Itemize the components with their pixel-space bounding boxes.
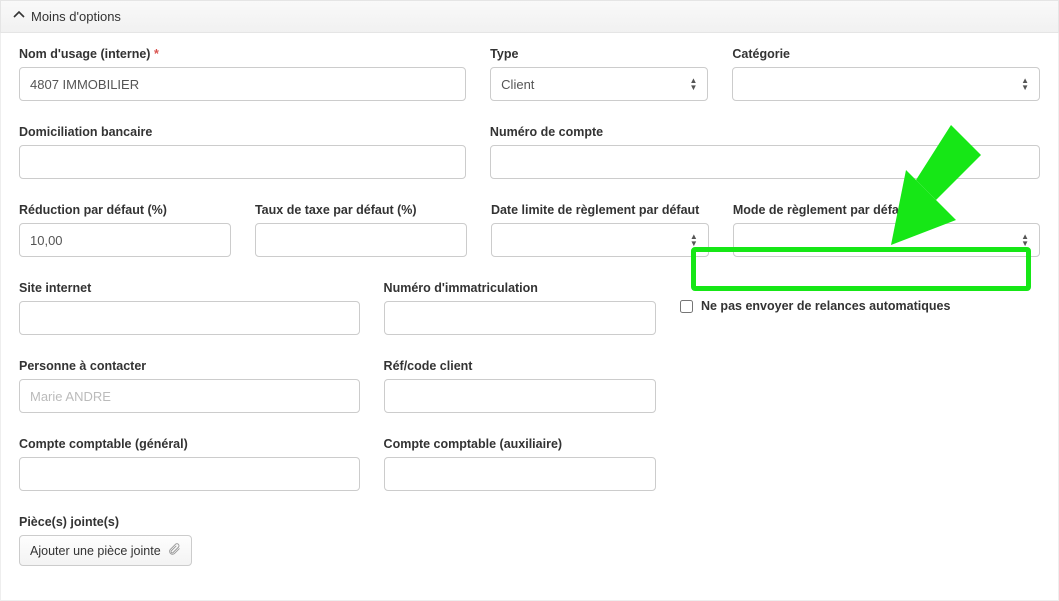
nom-usage-input[interactable] bbox=[19, 67, 466, 101]
reduction-input[interactable] bbox=[19, 223, 231, 257]
chevron-up-icon bbox=[13, 10, 25, 23]
taux-taxe-input[interactable] bbox=[255, 223, 467, 257]
no-relances-checkbox[interactable] bbox=[680, 300, 693, 313]
categorie-label: Catégorie bbox=[732, 47, 1040, 61]
no-relances-label: Ne pas envoyer de relances automatiques bbox=[701, 299, 950, 313]
paperclip-icon bbox=[167, 542, 181, 559]
updown-icon: ▲▼ bbox=[690, 233, 698, 247]
updown-icon: ▲▼ bbox=[689, 77, 697, 91]
ref-code-label: Réf/code client bbox=[384, 359, 656, 373]
site-internet-input[interactable] bbox=[19, 301, 360, 335]
date-limite-select[interactable]: ▲▼ bbox=[491, 223, 709, 257]
add-attachment-button[interactable]: Ajouter une pièce jointe bbox=[19, 535, 192, 566]
updown-icon: ▲▼ bbox=[1021, 77, 1029, 91]
domiciliation-label: Domiciliation bancaire bbox=[19, 125, 466, 139]
collapse-header[interactable]: Moins d'options bbox=[0, 0, 1059, 33]
compte-general-input[interactable] bbox=[19, 457, 360, 491]
site-internet-label: Site internet bbox=[19, 281, 360, 295]
compte-aux-label: Compte comptable (auxiliaire) bbox=[384, 437, 656, 451]
numero-compte-label: Numéro de compte bbox=[490, 125, 1040, 139]
pieces-jointes-label: Pièce(s) jointe(s) bbox=[19, 515, 369, 529]
type-select-value: Client bbox=[501, 77, 534, 92]
nom-usage-label: Nom d'usage (interne) * bbox=[19, 47, 466, 61]
personne-contact-input[interactable] bbox=[19, 379, 360, 413]
taux-taxe-label: Taux de taxe par défaut (%) bbox=[255, 203, 467, 217]
compte-general-label: Compte comptable (général) bbox=[19, 437, 360, 451]
add-attachment-label: Ajouter une pièce jointe bbox=[30, 544, 161, 558]
compte-aux-input[interactable] bbox=[384, 457, 656, 491]
type-label: Type bbox=[490, 47, 708, 61]
domiciliation-input[interactable] bbox=[19, 145, 466, 179]
numero-immat-label: Numéro d'immatriculation bbox=[384, 281, 656, 295]
ref-code-input[interactable] bbox=[384, 379, 656, 413]
mode-reglement-label: Mode de règlement par défaut bbox=[733, 203, 1040, 217]
categorie-select[interactable]: ▲▼ bbox=[732, 67, 1040, 101]
options-panel: Nom d'usage (interne) * Type Client ▲▼ C… bbox=[0, 33, 1059, 601]
reduction-label: Réduction par défaut (%) bbox=[19, 203, 231, 217]
numero-immat-input[interactable] bbox=[384, 301, 656, 335]
mode-reglement-select[interactable]: ▲▼ bbox=[733, 223, 1040, 257]
personne-contact-label: Personne à contacter bbox=[19, 359, 360, 373]
numero-compte-input[interactable] bbox=[490, 145, 1040, 179]
required-star: * bbox=[154, 47, 159, 61]
collapse-header-label: Moins d'options bbox=[31, 9, 121, 24]
type-select[interactable]: Client ▲▼ bbox=[490, 67, 708, 101]
date-limite-label: Date limite de règlement par défaut bbox=[491, 203, 709, 217]
updown-icon: ▲▼ bbox=[1021, 233, 1029, 247]
